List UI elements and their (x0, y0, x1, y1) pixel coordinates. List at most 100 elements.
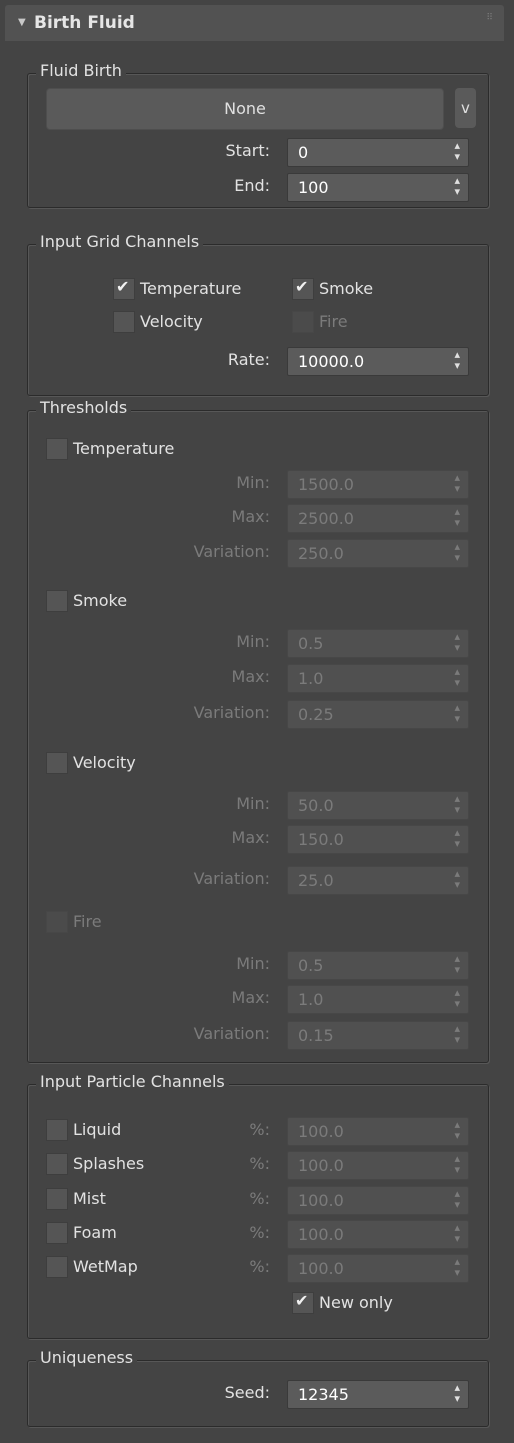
new-only-label[interactable]: New only (319, 1293, 393, 1312)
smoke-min-spinner[interactable]: 0.5 ▴ ▾ (287, 629, 469, 658)
fire-min-value[interactable]: 0.5 (298, 956, 323, 975)
velocity-variation-value[interactable]: 25.0 (298, 871, 334, 890)
particle-liquid-checkbox[interactable] (46, 1119, 68, 1141)
fire-max-value[interactable]: 1.0 (298, 990, 323, 1009)
end-spinner[interactable]: 100 ▴ ▾ (287, 173, 469, 202)
threshold-fire-checkbox[interactable] (46, 911, 68, 933)
smoke-variation-spinner[interactable]: 0.25 ▴ ▾ (287, 700, 469, 729)
seed-spinner[interactable]: 12345 ▴ ▾ (287, 1380, 469, 1409)
particle-splashes-checkbox[interactable] (46, 1153, 68, 1175)
rollout-header[interactable]: ▼ Birth Fluid ⠿ (5, 5, 504, 41)
spinner-arrows-icon[interactable]: ▴ ▾ (454, 1382, 460, 1404)
liquid-pct-spinner[interactable]: 100.0 ▴ ▾ (287, 1117, 469, 1146)
threshold-velocity-checkbox[interactable] (46, 752, 68, 774)
spinner-arrows-icon[interactable]: ▴ ▾ (454, 349, 460, 371)
temperature-variation-value[interactable]: 250.0 (298, 544, 344, 563)
fluid-source-dropdown-button[interactable]: v (455, 88, 476, 128)
splashes-pct-spinner[interactable]: 100.0 ▴ ▾ (287, 1151, 469, 1180)
threshold-temperature-checkbox[interactable] (46, 438, 68, 460)
spinner-arrows-icon[interactable]: ▴ ▾ (454, 1188, 460, 1210)
wetmap-pct-value[interactable]: 100.0 (298, 1259, 344, 1278)
foam-pct-value[interactable]: 100.0 (298, 1225, 344, 1244)
threshold-velocity-label[interactable]: Velocity (73, 753, 136, 772)
particle-wetmap-checkbox[interactable] (46, 1256, 68, 1278)
splashes-pct-value[interactable]: 100.0 (298, 1156, 344, 1175)
smoke-min-value[interactable]: 0.5 (298, 634, 323, 653)
threshold-temperature-label[interactable]: Temperature (73, 439, 174, 458)
foam-pct-spinner[interactable]: 100.0 ▴ ▾ (287, 1220, 469, 1249)
threshold-smoke-checkbox[interactable] (46, 590, 68, 612)
temperature-max-value[interactable]: 2500.0 (298, 509, 354, 528)
temperature-min-value[interactable]: 1500.0 (298, 475, 354, 494)
particle-foam-checkbox[interactable] (46, 1222, 68, 1244)
grid-velocity-checkbox[interactable] (113, 311, 135, 333)
fire-min-spinner[interactable]: 0.5 ▴ ▾ (287, 951, 469, 980)
spinner-arrows-icon[interactable]: ▴ ▾ (454, 793, 460, 815)
spinner-arrows-icon[interactable]: ▴ ▾ (454, 666, 460, 688)
spinner-arrows-icon[interactable]: ▴ ▾ (454, 953, 460, 975)
spinner-arrows-icon[interactable]: ▴ ▾ (454, 987, 460, 1009)
spinner-arrows-icon[interactable]: ▴ ▾ (454, 1119, 460, 1141)
spinner-arrows-icon[interactable]: ▴ ▾ (454, 1023, 460, 1045)
velocity-min-spinner[interactable]: 50.0 ▴ ▾ (287, 791, 469, 820)
grid-velocity-label[interactable]: Velocity (140, 312, 203, 331)
end-value[interactable]: 100 (298, 178, 329, 197)
drag-grip-icon[interactable]: ⠿ (486, 14, 493, 23)
grid-smoke-checkbox[interactable]: ✔ (292, 277, 314, 300)
velocity-max-spinner[interactable]: 150.0 ▴ ▾ (287, 825, 469, 854)
new-only-checkbox[interactable]: ✔ (292, 1291, 314, 1314)
start-spinner[interactable]: 0 ▴ ▾ (287, 138, 469, 167)
wetmap-pct-spinner[interactable]: 100.0 ▴ ▾ (287, 1254, 469, 1283)
grid-temperature-label[interactable]: Temperature (140, 279, 241, 298)
grid-temperature-checkbox[interactable]: ✔ (113, 277, 135, 300)
spinner-arrows-icon[interactable]: ▴ ▾ (454, 1153, 460, 1175)
particle-liquid-label[interactable]: Liquid (73, 1120, 121, 1139)
collapse-arrow-icon[interactable]: ▼ (18, 17, 26, 28)
spinner-arrows-icon[interactable]: ▴ ▾ (454, 827, 460, 849)
fluid-source-button[interactable]: None (46, 88, 444, 130)
grid-fire-checkbox[interactable] (292, 311, 314, 333)
smoke-variation-value[interactable]: 0.25 (298, 705, 334, 724)
spinner-arrows-icon[interactable]: ▴ ▾ (454, 1222, 460, 1244)
fire-max-spinner[interactable]: 1.0 ▴ ▾ (287, 985, 469, 1014)
spinner-arrows-icon[interactable]: ▴ ▾ (454, 175, 460, 197)
spinner-arrows-icon[interactable]: ▴ ▾ (454, 541, 460, 563)
particle-wetmap-label[interactable]: WetMap (73, 1257, 138, 1276)
spinner-arrows-icon[interactable]: ▴ ▾ (454, 868, 460, 890)
velocity-max-value[interactable]: 150.0 (298, 830, 344, 849)
spinner-arrows-icon[interactable]: ▴ ▾ (454, 140, 460, 162)
start-label: Start: (225, 141, 270, 160)
spinner-arrows-icon[interactable]: ▴ ▾ (454, 472, 460, 494)
spinner-arrows-icon[interactable]: ▴ ▾ (454, 1256, 460, 1278)
fire-variation-spinner[interactable]: 0.15 ▴ ▾ (287, 1021, 469, 1050)
velocity-min-value[interactable]: 50.0 (298, 796, 334, 815)
mist-pct-value[interactable]: 100.0 (298, 1191, 344, 1210)
input-particle-legend: Input Particle Channels (36, 1072, 229, 1091)
grid-fire-label[interactable]: Fire (319, 312, 348, 331)
liquid-pct-value[interactable]: 100.0 (298, 1122, 344, 1141)
rate-spinner[interactable]: 10000.0 ▴ ▾ (287, 347, 469, 376)
rate-value[interactable]: 10000.0 (298, 352, 364, 371)
smoke-max-spinner[interactable]: 1.0 ▴ ▾ (287, 664, 469, 693)
start-value[interactable]: 0 (298, 143, 308, 162)
particle-foam-label[interactable]: Foam (73, 1223, 117, 1242)
smoke-max-value[interactable]: 1.0 (298, 669, 323, 688)
spinner-arrows-icon[interactable]: ▴ ▾ (454, 506, 460, 528)
thresholds-group: Thresholds Temperature Min: 1500.0 ▴ ▾ Max… (27, 398, 489, 1063)
mist-pct-label: %: (249, 1189, 270, 1208)
fire-variation-value[interactable]: 0.15 (298, 1026, 334, 1045)
spinner-arrows-icon[interactable]: ▴ ▾ (454, 631, 460, 653)
velocity-variation-spinner[interactable]: 25.0 ▴ ▾ (287, 866, 469, 895)
particle-mist-label[interactable]: Mist (73, 1189, 106, 1208)
threshold-fire-label[interactable]: Fire (73, 912, 102, 931)
particle-mist-checkbox[interactable] (46, 1188, 68, 1210)
temperature-min-spinner[interactable]: 1500.0 ▴ ▾ (287, 470, 469, 499)
temperature-variation-spinner[interactable]: 250.0 ▴ ▾ (287, 539, 469, 568)
grid-smoke-label[interactable]: Smoke (319, 279, 373, 298)
mist-pct-spinner[interactable]: 100.0 ▴ ▾ (287, 1186, 469, 1215)
temperature-max-spinner[interactable]: 2500.0 ▴ ▾ (287, 504, 469, 533)
seed-value[interactable]: 12345 (298, 1385, 349, 1404)
particle-splashes-label[interactable]: Splashes (73, 1154, 144, 1173)
spinner-arrows-icon[interactable]: ▴ ▾ (454, 702, 460, 724)
threshold-smoke-label[interactable]: Smoke (73, 591, 127, 610)
